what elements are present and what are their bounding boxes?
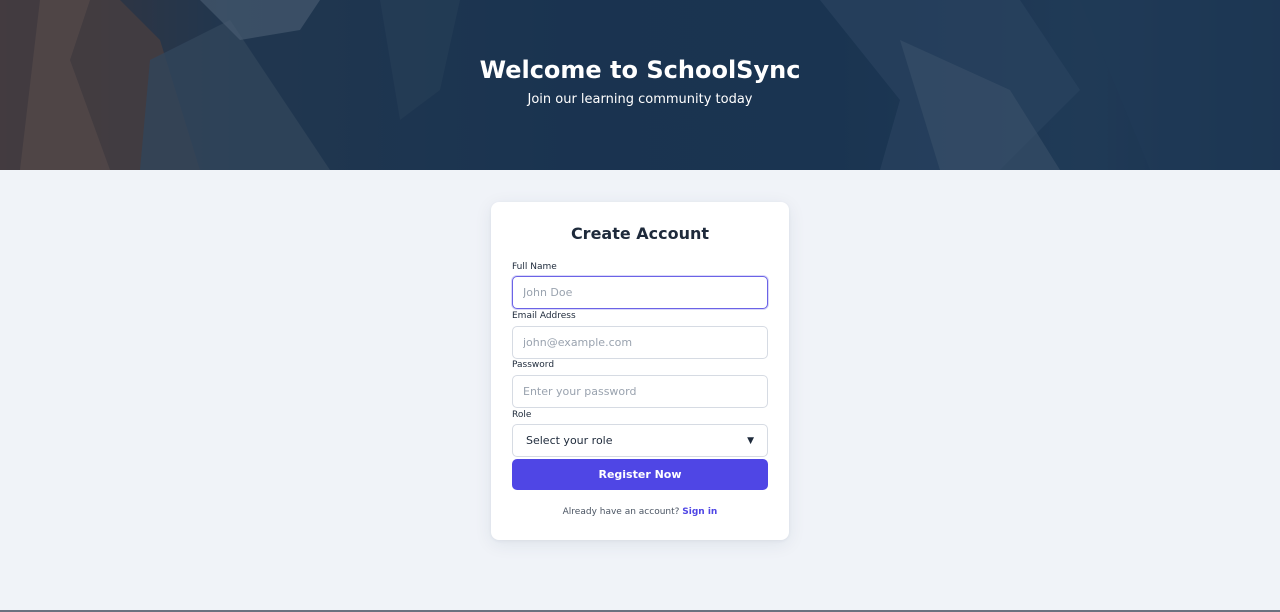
- role-select-value: Select your role: [526, 434, 613, 447]
- hero-title: Welcome to SchoolSync: [479, 56, 801, 84]
- signin-prompt: Already have an account? Sign in: [491, 507, 789, 517]
- card-title: Create Account: [570, 224, 710, 243]
- email-input[interactable]: [512, 326, 768, 359]
- hero-banner: Welcome to SchoolSync Join our learning …: [0, 0, 1280, 170]
- email-label: Email Address: [512, 311, 576, 321]
- password-label: Password: [512, 360, 555, 370]
- role-label: Role: [512, 410, 532, 420]
- register-button[interactable]: Register Now: [512, 459, 768, 490]
- chevron-down-icon: ▼: [747, 435, 754, 446]
- register-card: Create Account Full Name Email Address P…: [491, 202, 789, 540]
- full-name-label: Full Name: [512, 262, 557, 272]
- signin-prompt-text: Already have an account?: [562, 507, 680, 517]
- role-select[interactable]: Select your role ▼: [512, 424, 768, 457]
- signin-link[interactable]: Sign in: [682, 507, 717, 517]
- hero-overlay: [0, 0, 1280, 170]
- hero-subtitle: Join our learning community today: [527, 92, 753, 107]
- password-input[interactable]: [512, 375, 768, 408]
- full-name-input[interactable]: [512, 276, 768, 309]
